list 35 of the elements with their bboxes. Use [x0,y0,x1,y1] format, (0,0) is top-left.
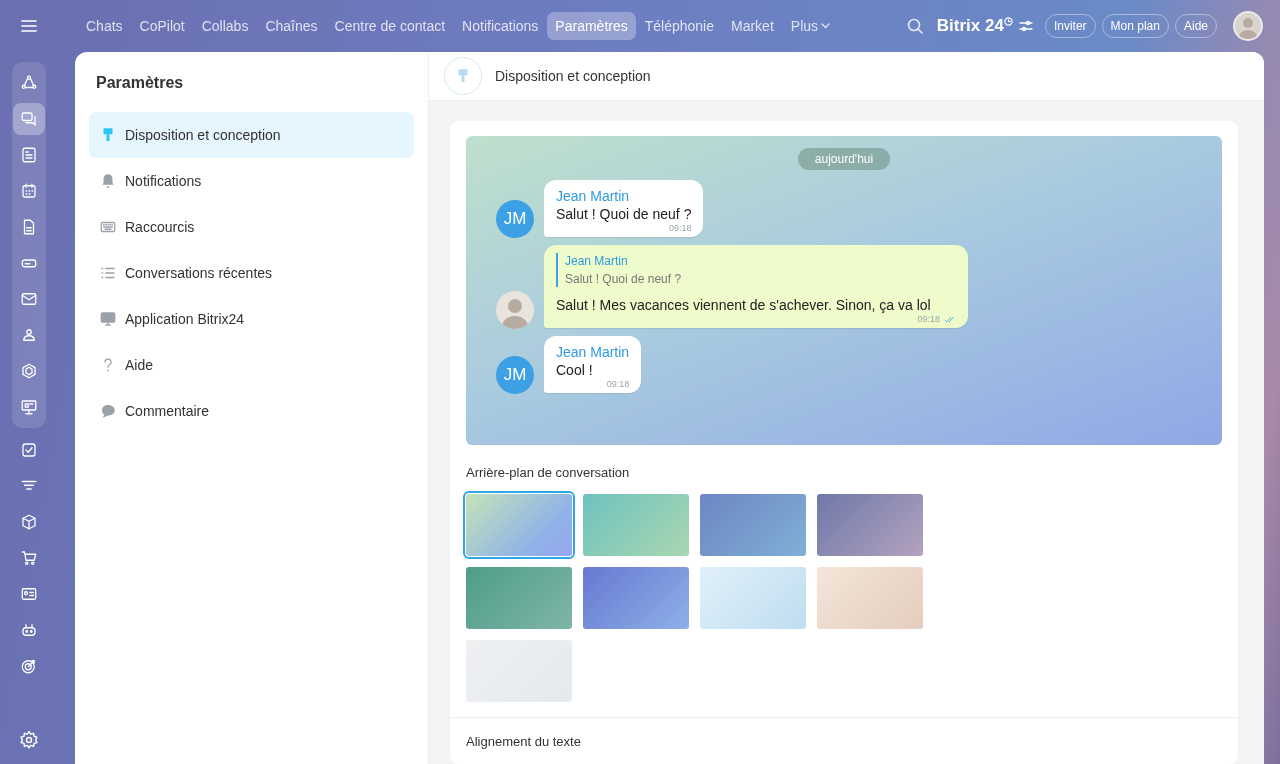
page-title: Disposition et conception [495,68,651,84]
settings-menu-item[interactable]: Disposition et conception [89,112,414,158]
nav-tab[interactable]: Paramètres [547,12,636,40]
settings-menu-item[interactable]: Conversations récentes [89,250,414,296]
author-name: Jean Martin [565,254,629,268]
user-avatar: JM [496,356,534,394]
message-text: Salut ! Quoi de neuf ? [556,206,692,222]
section-title: Alignement du texte [466,734,582,749]
sidebar-title: Paramètres [96,74,185,92]
nav-tab[interactable]: CoPilot [131,12,193,40]
message-time: 09:18 [917,314,940,324]
section-title: Arrière-plan de conversation [466,465,631,480]
message-text: Salut ! Mes vacances viennent de s'achever. Sinon, ça va lol [556,297,932,313]
nav-tab[interactable]: Chats [78,12,131,40]
date-separator: aujourd'hui [797,148,891,170]
nav-tab[interactable]: Market [723,12,782,40]
message-time: 09:18 [606,379,630,389]
nav-tab[interactable]: Collabs [193,12,257,40]
nav-tab[interactable]: Téléphonie [636,12,722,40]
brand-logo-text: Bitrix 24 [936,16,1004,36]
nav-tab[interactable]: Centre de contact [326,12,454,40]
nav-tab[interactable]: Plus [782,12,839,40]
user-avatar: JM [496,200,534,238]
nav-tab[interactable]: Notifications [454,12,547,40]
settings-menu-item[interactable]: Aide [89,342,414,388]
author-name: Jean Martin [556,344,630,360]
author-name: Jean Martin [556,188,631,204]
settings-menu-item[interactable]: Application Bitrix24 [89,296,414,342]
nav-tab[interactable]: Chaînes [257,12,326,40]
quoted-text: Salut ! Quoi de neuf ? [565,272,683,286]
message-text: Cool ! [556,362,594,378]
settings-menu-item[interactable]: Notifications [89,158,414,204]
settings-menu-item[interactable]: Commentaire [89,388,414,434]
settings-menu-item[interactable]: Raccourcis [89,204,414,250]
message-time: 09:18 [668,223,692,233]
